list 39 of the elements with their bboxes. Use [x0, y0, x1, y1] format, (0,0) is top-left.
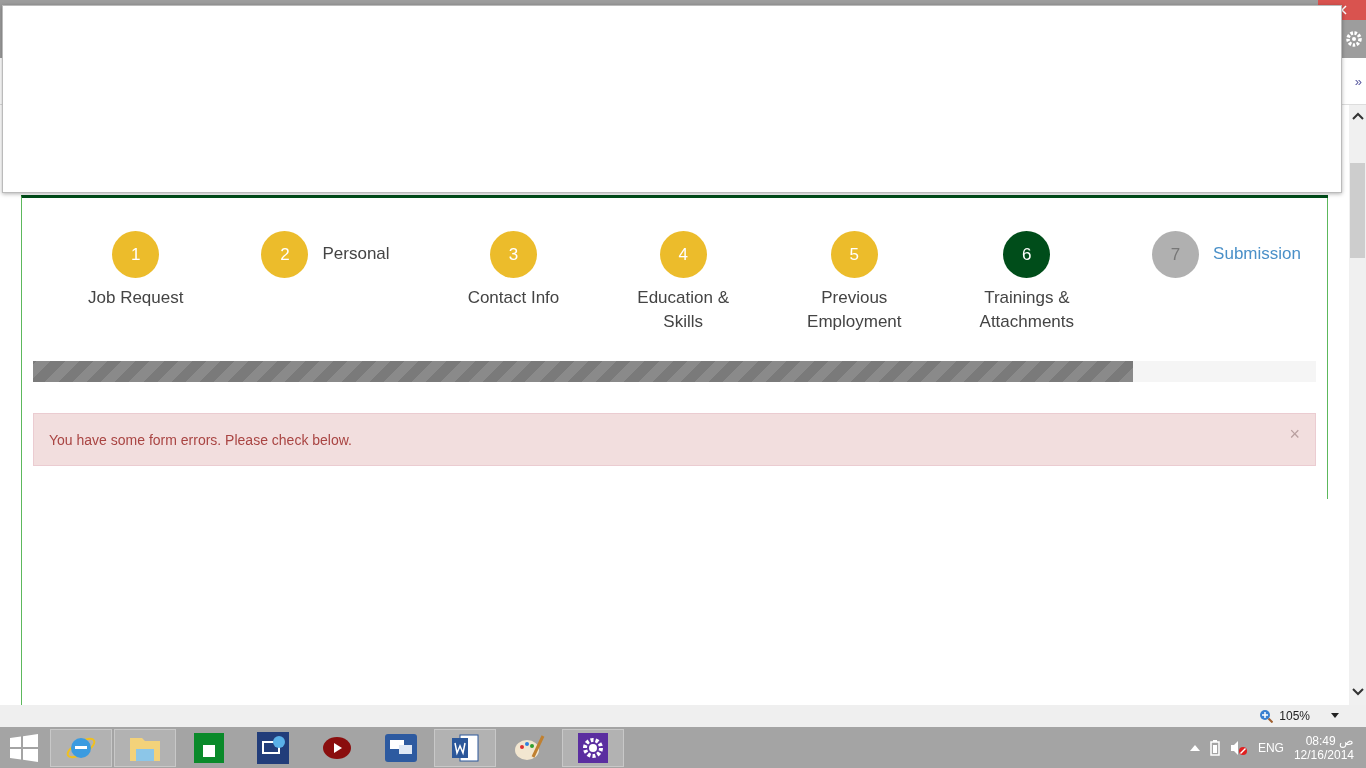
- step-circle: 6: [1003, 231, 1051, 278]
- step-label: Contact Info: [467, 287, 560, 309]
- store-icon: [194, 732, 224, 763]
- alert-close-button[interactable]: ×: [1289, 424, 1300, 445]
- step-label: Job Request: [88, 287, 184, 309]
- step-circle: 4: [659, 231, 707, 278]
- step-circle: 2: [261, 231, 309, 278]
- clock-time: 08:49 ص: [1305, 733, 1354, 748]
- step-circle: 3: [489, 231, 537, 278]
- play-icon: [322, 735, 352, 760]
- taskbar-app[interactable]: [562, 728, 624, 767]
- step-label: Previous Employment: [807, 287, 902, 333]
- zoom-level: 105%: [1279, 709, 1310, 723]
- remote-desktop-icon: [257, 731, 289, 764]
- settings-icon[interactable]: [1345, 30, 1363, 48]
- zoom-icon: [1259, 709, 1274, 723]
- language-indicator[interactable]: ENG: [1257, 740, 1284, 755]
- document-icon: [450, 732, 480, 763]
- step-label: Education & Skills: [637, 287, 729, 333]
- scroll-down-icon[interactable]: [1351, 687, 1364, 697]
- step-circle: 7: [1152, 231, 1200, 278]
- step-label: Submission: [1213, 243, 1301, 265]
- battery-icon: [1209, 739, 1220, 756]
- muted-speaker-icon: [1229, 739, 1248, 756]
- settings-icon: [578, 732, 608, 763]
- chat-icon: [385, 733, 417, 762]
- step-label: Personal: [322, 243, 390, 265]
- dropdown-caret-icon[interactable]: [1330, 713, 1340, 719]
- taskbar-app[interactable]: [434, 728, 496, 767]
- windows-start-icon[interactable]: [10, 733, 38, 762]
- clock-date: 12/16/2014: [1293, 747, 1354, 762]
- step-circle: 1: [112, 231, 160, 278]
- step-label: Trainings & Attachments: [979, 287, 1075, 333]
- step-circle: 5: [830, 231, 878, 278]
- tray-expand-icon[interactable]: [1189, 744, 1200, 751]
- scroll-up-icon[interactable]: [1351, 111, 1364, 121]
- alert-message: You have some form errors. Please check below.: [49, 431, 352, 448]
- more-button[interactable]: »: [1354, 73, 1362, 89]
- scroll-thumb[interactable]: [1350, 163, 1365, 258]
